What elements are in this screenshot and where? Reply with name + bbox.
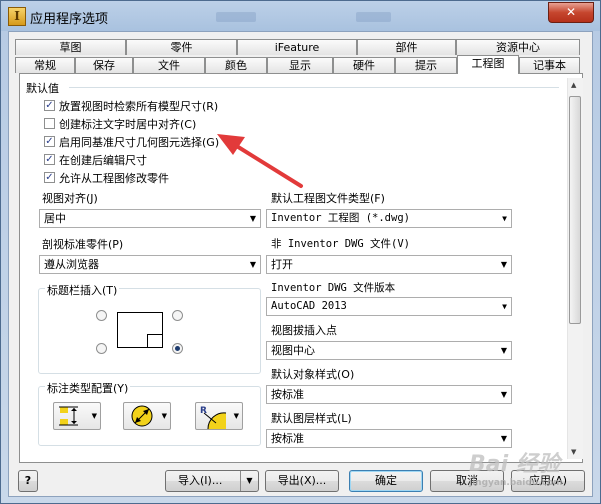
section-part-value: 遵从浏览器 xyxy=(44,258,99,271)
tab-file[interactable]: 文件 xyxy=(133,57,205,73)
checkbox-modify-part[interactable]: ✓ xyxy=(44,172,55,183)
object-style-label: 默认对象样式(O) xyxy=(271,368,355,381)
import-dropdown-icon[interactable]: ▼ xyxy=(240,471,258,491)
watermark-text: Bai 经验 xyxy=(469,452,560,477)
radius-dimension-icon: R xyxy=(200,406,227,429)
watermark-url: jingyan.baidu.com xyxy=(469,478,563,488)
section-part-label: 剖视标准零件(P) xyxy=(42,238,124,251)
chevron-down-icon: ▼ xyxy=(249,260,256,269)
dwg-version-value: AutoCAD 2013 xyxy=(271,300,347,312)
view-insert-label: 视图拔插入点 xyxy=(271,324,337,337)
tab-part[interactable]: 零件 xyxy=(126,39,237,55)
radio-bottom-right[interactable] xyxy=(172,343,183,354)
layer-style-value: 按标准 xyxy=(271,432,304,445)
chevron-down-icon: ▼ xyxy=(502,214,507,223)
view-insert-select[interactable]: 视图中心 ▼ xyxy=(266,341,512,360)
import-button[interactable]: 导入(I)... ▼ xyxy=(165,470,259,492)
tab-assembly[interactable]: 部件 xyxy=(357,39,456,55)
scroll-down-icon[interactable]: ▼ xyxy=(571,448,576,456)
view-insert-value: 视图中心 xyxy=(271,344,315,357)
title-block-icon xyxy=(147,334,162,347)
tab-display[interactable]: 显示 xyxy=(267,57,333,73)
layer-style-label: 默认图层样式(L) xyxy=(271,412,352,425)
chevron-down-icon: ▼ xyxy=(500,260,507,269)
sheet-preview-icon xyxy=(117,312,163,348)
chevron-down-icon: ▼ xyxy=(500,434,507,443)
panel-scrollbar[interactable]: ▲ ▼ xyxy=(567,78,583,459)
window-title: 应用程序选项 xyxy=(30,12,109,27)
chevron-down-icon: ▼ xyxy=(249,214,256,223)
tab-ifeature[interactable]: iFeature xyxy=(237,39,357,55)
checkbox-label: 允许从工程图修改零件 xyxy=(59,172,169,185)
radius-dim-button[interactable]: R ▼ xyxy=(195,402,243,430)
checkbox-label: 创建标注文字时居中对齐(C) xyxy=(59,118,197,131)
checkbox-label: 启用同基准尺寸几何图元选择(G) xyxy=(59,136,220,149)
export-button[interactable]: 导出(X)... xyxy=(265,470,339,492)
app-options-window: I 应用程序选项 ✕ 草图 零件 iFeature 部件 资源中心 常规 保存 … xyxy=(0,0,601,504)
checkbox-edit-after-create[interactable]: ✓ xyxy=(44,154,55,165)
annotation-arrow xyxy=(217,134,303,188)
checkbox-baseline-selection[interactable]: ✓ xyxy=(44,136,55,147)
chevron-down-icon: ▼ xyxy=(161,412,167,420)
default-file-type-label: 默认工程图文件类型(F) xyxy=(271,192,385,205)
tab-save[interactable]: 保存 xyxy=(75,57,133,73)
title-bar[interactable]: I 应用程序选项 ✕ xyxy=(1,1,600,31)
chevron-down-icon: ▼ xyxy=(233,412,239,420)
non-dwg-label: 非 Inventor DWG 文件(V) xyxy=(271,238,410,250)
default-file-type-select[interactable]: Inventor 工程图 (*.dwg) ▼ xyxy=(266,209,512,228)
dim-type-label: 标注类型配置(Y) xyxy=(45,380,131,396)
chevron-down-icon: ▼ xyxy=(500,390,507,399)
view-align-label: 视图对齐(J) xyxy=(42,192,98,205)
checkbox-label: 放置视图时检索所有模型尺寸(R) xyxy=(59,100,219,113)
import-label: 导入(I)... xyxy=(178,474,223,487)
baidu-watermark: Bai 经验 jingyan.baidu.com xyxy=(469,446,563,488)
object-style-value: 按标准 xyxy=(271,388,304,401)
chevron-down-icon: ▼ xyxy=(500,346,507,355)
dwg-version-label: Inventor DWG 文件版本 xyxy=(271,282,396,294)
tab-general[interactable]: 常规 xyxy=(15,57,75,73)
tab-sketch[interactable]: 草图 xyxy=(15,39,126,55)
section-divider xyxy=(69,87,559,88)
svg-text:R: R xyxy=(200,406,207,416)
tab-content-center[interactable]: 资源中心 xyxy=(456,39,580,55)
default-file-type-value: Inventor 工程图 (*.dwg) xyxy=(271,212,410,224)
scroll-thumb[interactable] xyxy=(569,96,581,324)
background-title-ghost xyxy=(216,12,256,22)
tab-drawing[interactable]: 工程图 xyxy=(457,55,519,74)
help-button[interactable]: ? xyxy=(18,470,38,492)
radio-bottom-left[interactable] xyxy=(96,343,107,354)
chevron-down-icon: ▼ xyxy=(502,302,507,311)
ok-button[interactable]: 确定 xyxy=(349,470,423,492)
dwg-version-select[interactable]: AutoCAD 2013 ▼ xyxy=(266,297,512,316)
scroll-up-icon[interactable]: ▲ xyxy=(571,81,576,89)
background-title-ghost xyxy=(356,12,391,22)
tab-prompts[interactable]: 提示 xyxy=(395,57,457,73)
non-dwg-select[interactable]: 打开 ▼ xyxy=(266,255,512,274)
tab-notebook[interactable]: 记事本 xyxy=(519,57,580,73)
linear-dim-button[interactable]: ▼ xyxy=(53,402,101,430)
checkbox-label: 在创建后编辑尺寸 xyxy=(59,154,147,167)
chevron-down-icon: ▼ xyxy=(91,412,97,420)
tab-hardware[interactable]: 硬件 xyxy=(333,57,395,73)
diameter-dim-button[interactable]: ▼ xyxy=(123,402,171,430)
view-align-select[interactable]: 居中 ▼ xyxy=(39,209,261,228)
tab-color[interactable]: 颜色 xyxy=(205,57,267,73)
object-style-select[interactable]: 按标准 ▼ xyxy=(266,385,512,404)
linear-dimension-icon xyxy=(59,406,78,426)
title-block-label: 标题栏插入(T) xyxy=(45,282,120,298)
view-align-value: 居中 xyxy=(44,212,66,225)
defaults-section-title: 默认值 xyxy=(26,82,59,95)
radio-top-right[interactable] xyxy=(172,310,183,321)
inventor-app-icon: I xyxy=(8,7,26,26)
checkbox-retrieve-dims[interactable]: ✓ xyxy=(44,100,55,111)
non-dwg-value: 打开 xyxy=(271,258,293,271)
diameter-dimension-icon xyxy=(131,405,153,427)
checkbox-center-text[interactable] xyxy=(44,118,55,129)
section-part-select[interactable]: 遵从浏览器 ▼ xyxy=(39,255,261,274)
close-button[interactable]: ✕ xyxy=(548,2,594,23)
radio-top-left[interactable] xyxy=(96,310,107,321)
